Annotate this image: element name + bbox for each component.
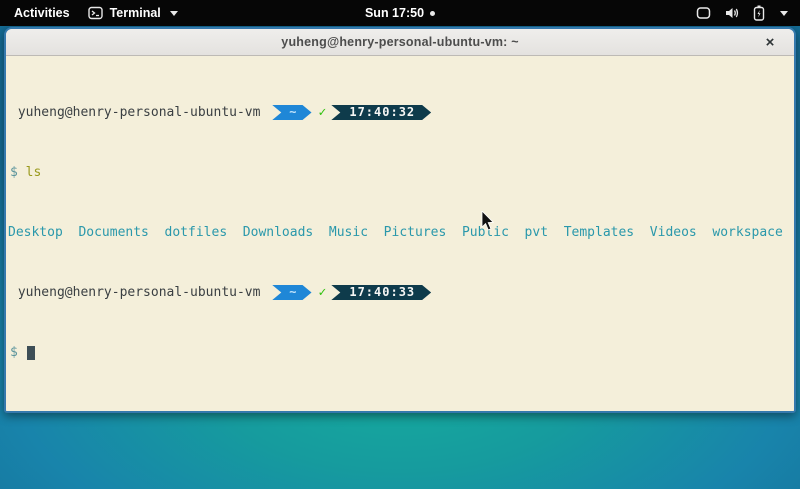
terminal-icon (88, 6, 103, 20)
clock[interactable]: Sun 17:50 (365, 6, 424, 20)
prompt-user: yuheng@henry-personal-ubuntu-vm (10, 285, 268, 300)
prompt-dollar: $ (10, 345, 18, 360)
window-title: yuheng@henry-personal-ubuntu-vm: ~ (281, 35, 518, 49)
battery-charging-icon (753, 5, 765, 21)
terminal-content[interactable]: yuheng@henry-personal-ubuntu-vm ~ ✓ 17:40:… (6, 56, 794, 411)
activities-button[interactable]: Activities (14, 6, 70, 20)
system-status-area[interactable] (696, 5, 800, 21)
typed-command: ls (26, 165, 42, 180)
prompt-dollar: $ (10, 165, 18, 180)
prompt-dir-segment: ~ (272, 105, 311, 120)
command-line: $ ls (10, 165, 792, 180)
volume-icon (724, 6, 740, 20)
app-menu-terminal[interactable]: Terminal (88, 6, 178, 20)
check-icon: ✓ (319, 285, 327, 300)
chevron-down-icon (170, 11, 178, 16)
notification-dot (430, 11, 435, 16)
close-button[interactable]: × (758, 29, 782, 56)
window-titlebar[interactable]: yuheng@henry-personal-ubuntu-vm: ~ × (6, 29, 794, 56)
app-menu-label: Terminal (110, 6, 161, 20)
chevron-down-icon (780, 11, 788, 16)
output-line: Desktop Documents dotfiles Downloads Mus… (8, 225, 792, 240)
prompt-user: yuheng@henry-personal-ubuntu-vm (10, 105, 268, 120)
prompt-dir-segment: ~ (272, 285, 311, 300)
top-bar: Activities Terminal Sun 17:50 (0, 0, 800, 26)
prompt-time-segment: 17:40:32 (331, 105, 431, 120)
top-bar-left: Activities Terminal (0, 6, 178, 20)
prompt-time-segment: 17:40:33 (331, 285, 431, 300)
check-icon: ✓ (319, 105, 327, 120)
ls-output: Desktop Documents dotfiles Downloads Mus… (8, 225, 783, 240)
terminal-window: yuheng@henry-personal-ubuntu-vm: ~ × yuh… (4, 27, 796, 413)
display-icon (696, 6, 711, 20)
prompt-line: yuheng@henry-personal-ubuntu-vm ~ ✓ 17:40:… (10, 105, 792, 120)
input-line: $ (10, 345, 792, 360)
prompt-line: yuheng@henry-personal-ubuntu-vm ~ ✓ 17:40:… (10, 285, 792, 300)
terminal-cursor (27, 346, 35, 360)
